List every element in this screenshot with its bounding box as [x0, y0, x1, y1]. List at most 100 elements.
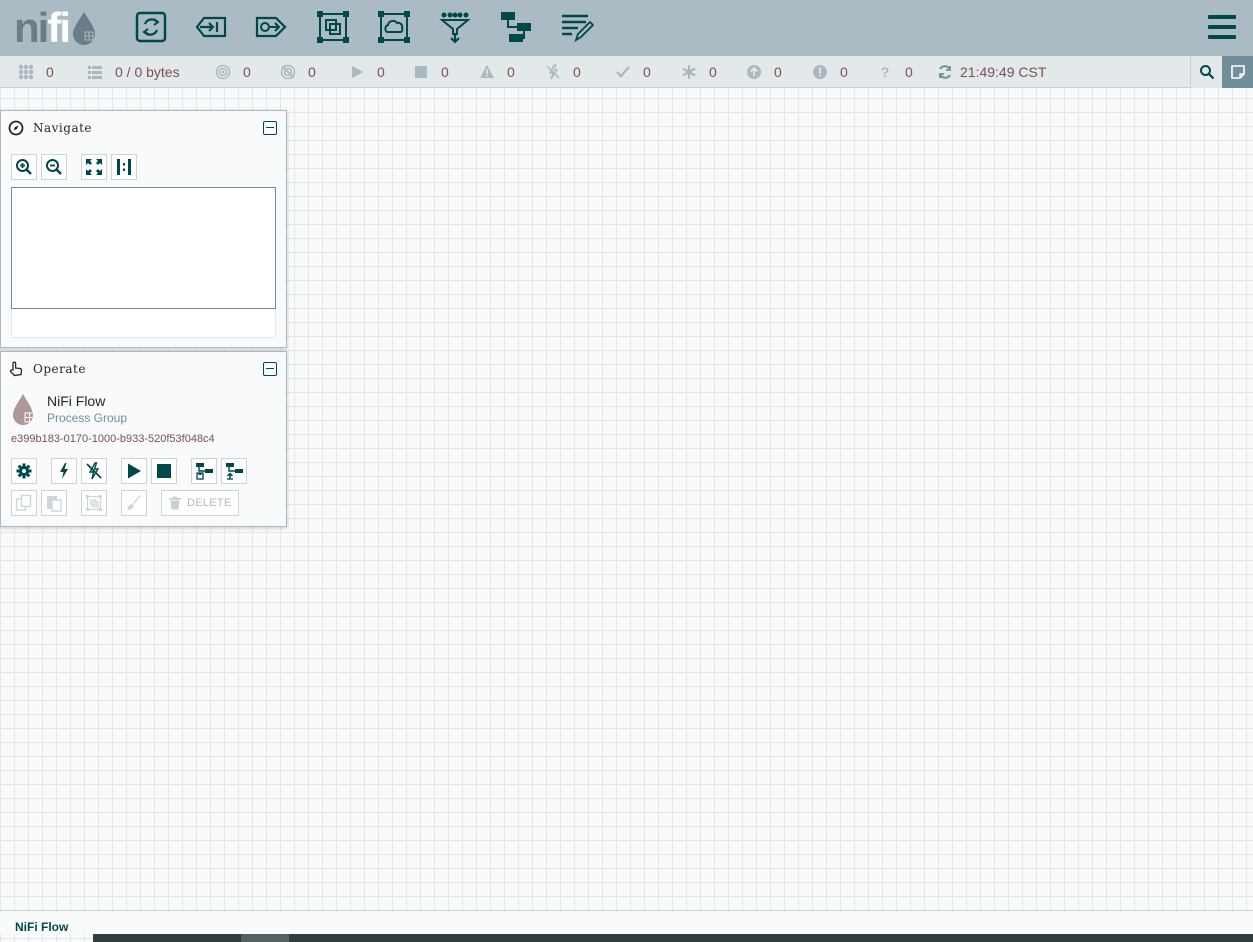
paint-brush-icon: [127, 495, 141, 510]
zoom-in-button[interactable]: [11, 154, 37, 180]
group-button[interactable]: [81, 490, 107, 516]
funnel-icon: [439, 12, 471, 44]
add-input-port-button[interactable]: [193, 9, 229, 45]
birdseye-footer: [11, 309, 276, 338]
add-template-button[interactable]: [498, 9, 534, 45]
not-transmitting-value: 0: [308, 64, 316, 80]
scrollbar-thumb[interactable]: [241, 934, 289, 942]
running-value: 0: [377, 64, 385, 80]
exclamation-circle-icon: [813, 65, 827, 79]
search-icon: [1199, 65, 1214, 80]
navigate-panel-title: Navigate: [33, 121, 93, 135]
errors-stat: 0: [812, 56, 848, 88]
active-threads-value: 0: [46, 64, 54, 80]
zoom-in-icon: [16, 159, 32, 175]
bulletin-board-button[interactable]: [1222, 56, 1253, 88]
stop-icon: [157, 464, 171, 478]
label-icon: [562, 14, 594, 43]
disabled-icon: [546, 64, 560, 80]
transmitting-icon: [215, 64, 231, 80]
delete-button[interactable]: DELETE: [161, 490, 239, 516]
add-process-group-button[interactable]: [315, 9, 351, 45]
zoom-out-icon: [46, 159, 62, 175]
selected-component-name: NiFi Flow: [47, 393, 106, 409]
global-menu-button[interactable]: [1207, 12, 1237, 42]
logo-text: nifi: [14, 4, 71, 51]
zoom-out-button[interactable]: [41, 154, 67, 180]
stop-icon: [415, 66, 427, 78]
navigate-panel: Navigate: [0, 110, 287, 348]
play-icon: [128, 463, 141, 479]
actual-size-icon: [117, 159, 131, 175]
sync-failure-stat: ? 0: [877, 56, 913, 88]
trash-icon: [169, 496, 181, 510]
operate-panel-header: Operate: [1, 352, 286, 386]
selected-component-type: Process Group: [47, 411, 128, 425]
create-template-icon: [196, 463, 213, 480]
arrow-circle-up-icon: [747, 65, 761, 79]
operate-collapse-button[interactable]: [263, 362, 277, 376]
horizontal-scrollbar[interactable]: [93, 934, 1253, 942]
refresh-icon[interactable]: [937, 64, 953, 80]
enable-button[interactable]: [51, 458, 77, 484]
add-remote-process-group-button[interactable]: [376, 9, 412, 45]
selected-component-id: e399b183-0170-1000-b933-520f53f048c4: [11, 433, 215, 445]
logo-text-fi: fi: [47, 4, 71, 51]
change-color-button[interactable]: [121, 490, 147, 516]
gear-icon: [16, 463, 32, 479]
play-icon: [352, 66, 363, 78]
output-port-icon: [255, 16, 287, 38]
search-button[interactable]: [1190, 56, 1222, 88]
paste-icon: [47, 496, 62, 512]
copy-icon: [15, 494, 32, 511]
add-output-port-button[interactable]: [253, 9, 289, 45]
refresh-stat[interactable]: 21:49:49 CST: [937, 56, 1046, 88]
navigate-collapse-button[interactable]: [263, 121, 277, 135]
fit-to-screen-button[interactable]: [81, 154, 107, 180]
asterisk-icon: [682, 65, 696, 79]
nifi-logo: nifi: [14, 6, 106, 50]
queue-list-icon: [88, 66, 102, 79]
birdseye-view[interactable]: [11, 187, 276, 309]
flow-status-bar: 0 0 / 0 bytes 0 0 0 0 0 0 0 0 0 0 ? 0 21…: [0, 56, 1253, 88]
check-icon: [616, 66, 630, 78]
hamburger-menu-icon: [1208, 15, 1236, 39]
actual-size-button[interactable]: [111, 154, 137, 180]
queued-stat: 0 / 0 bytes: [87, 56, 180, 88]
breadcrumb-item-nifi-flow[interactable]: NiFi Flow: [15, 920, 68, 934]
stopped-value: 0: [441, 64, 449, 80]
create-template-button[interactable]: [191, 458, 217, 484]
disable-button[interactable]: [81, 458, 107, 484]
upload-template-icon: [226, 463, 243, 480]
group-icon: [86, 495, 102, 511]
threads-icon: [18, 64, 34, 80]
delete-button-label: DELETE: [187, 497, 232, 509]
stop-button[interactable]: [151, 458, 177, 484]
errors-value: 0: [840, 64, 848, 80]
sync-failure-value: 0: [905, 64, 913, 80]
compass-icon: [8, 120, 24, 136]
upload-template-button[interactable]: [221, 458, 247, 484]
up-to-date-stat: 0: [615, 56, 651, 88]
invalid-value: 0: [507, 64, 515, 80]
add-processor-button[interactable]: [133, 9, 169, 45]
hand-pointer-icon: [9, 361, 23, 377]
active-threads-stat: 0: [18, 56, 54, 88]
not-transmitting-stat: 0: [280, 56, 316, 88]
add-funnel-button[interactable]: [437, 9, 473, 45]
fit-screen-icon: [86, 159, 102, 175]
configure-button[interactable]: [11, 458, 37, 484]
process-group-icon: [317, 11, 349, 43]
add-label-button[interactable]: [559, 9, 595, 45]
lightning-bolt-disabled-icon: [86, 462, 102, 480]
paste-button[interactable]: [41, 490, 67, 516]
operate-panel-title: Operate: [33, 362, 86, 376]
transmitting-value: 0: [243, 64, 251, 80]
remote-process-group-icon: [378, 11, 410, 43]
copy-button[interactable]: [11, 490, 37, 516]
start-button[interactable]: [121, 458, 147, 484]
logo-drop-icon: [72, 12, 95, 45]
not-transmitting-icon: [280, 64, 296, 80]
running-stat: 0: [349, 56, 385, 88]
logo-text-ni: ni: [14, 4, 49, 51]
